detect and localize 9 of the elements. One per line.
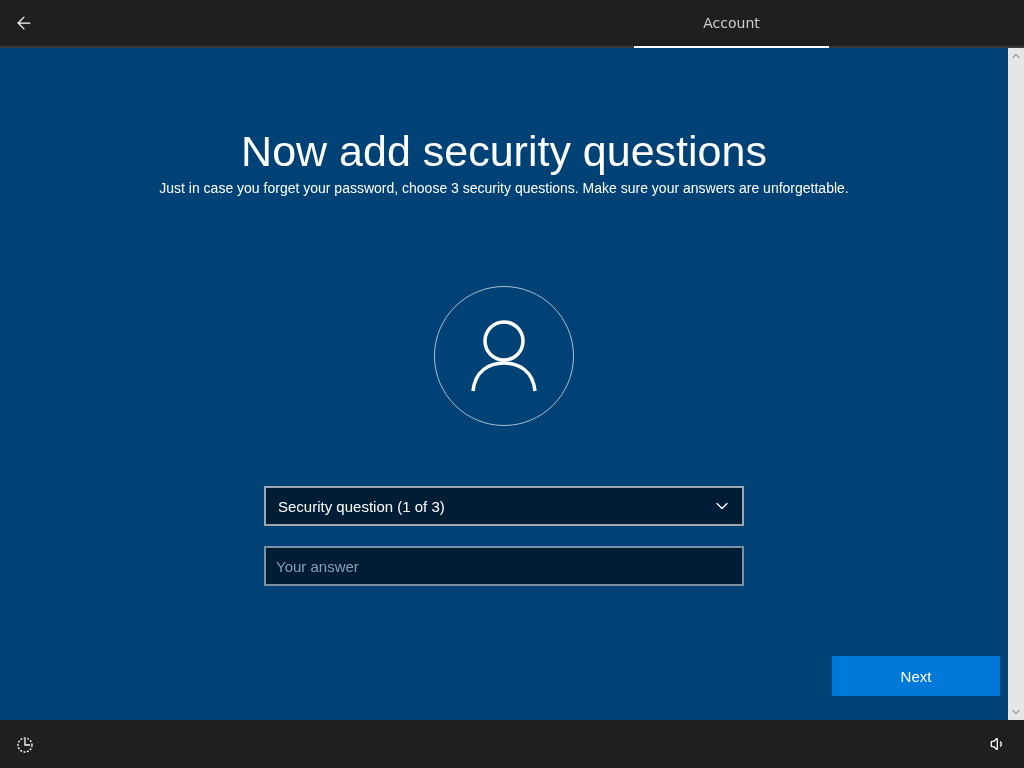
- security-question-dropdown[interactable]: Security question (1 of 3): [264, 486, 744, 526]
- scrollbar[interactable]: [1008, 48, 1024, 720]
- ease-of-access-button[interactable]: [16, 735, 34, 753]
- ease-of-access-icon: [16, 735, 34, 753]
- page-subtitle: Just in case you forget your password, choose 3 security questions. Make sure your answers are unforgettable.: [159, 180, 849, 196]
- page-title: Now add security questions: [241, 126, 767, 177]
- answer-field[interactable]: Your answer: [264, 546, 744, 586]
- next-button[interactable]: Next: [832, 656, 1000, 696]
- person-icon: [471, 319, 537, 393]
